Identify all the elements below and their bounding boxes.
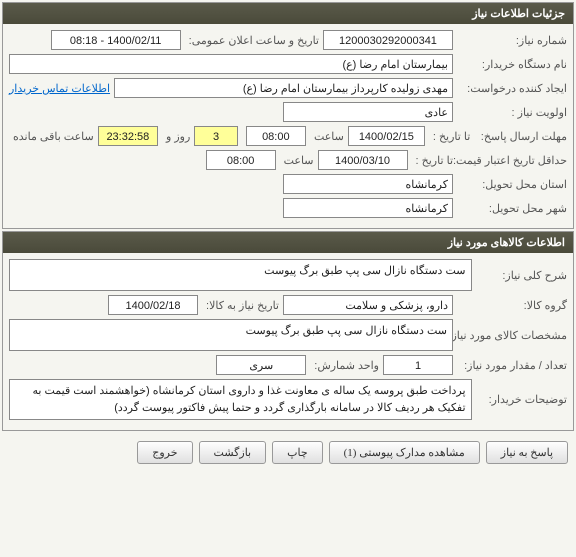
group-value: دارو، پزشکی و سلامت: [283, 295, 453, 315]
to-date-label: تا تاریخ :: [429, 130, 470, 143]
requester-label: ایجاد کننده درخواست:: [457, 82, 567, 95]
buyer-org-label: نام دستگاه خریدار:: [457, 58, 567, 71]
deadline-label: مهلت ارسال پاسخ:: [474, 130, 567, 143]
panel2-title: اطلاعات کالاهای مورد نیاز: [3, 232, 573, 253]
need-date-value: 1400/02/18: [108, 295, 198, 315]
province-value: کرمانشاه: [283, 174, 453, 194]
countdown-value: 23:32:58: [98, 126, 158, 146]
need-number-value: 1200030292000341: [323, 30, 453, 50]
group-label: گروه کالا:: [457, 299, 567, 312]
validity-to-date-label: تا تاریخ :: [412, 154, 453, 167]
spec-value: ست دستگاه نازال سی پپ طبق برگ پیوست: [9, 319, 453, 351]
days-label: روز و: [162, 130, 190, 143]
priority-value: عادی: [283, 102, 453, 122]
need-number-label: شماره نیاز:: [457, 34, 567, 47]
goods-info-panel: اطلاعات کالاهای مورد نیاز شرح کلی نیاز: …: [2, 231, 574, 431]
buyer-notes-value: پرداخت طبق پروسه یک ساله ی معاونت غذا و …: [9, 379, 472, 420]
priority-label: اولویت نیاز :: [457, 106, 567, 119]
deadline-time-value: 08:00: [246, 126, 306, 146]
province-label: استان محل تحویل:: [457, 178, 567, 191]
print-button[interactable]: چاپ: [272, 441, 323, 464]
panel1-title: جزئیات اطلاعات نیاز: [3, 3, 573, 24]
deadline-time-label: ساعت: [310, 130, 344, 143]
attachments-button[interactable]: مشاهده مدارک پیوستی (1): [329, 441, 480, 464]
validity-date-value: 1400/03/10: [318, 150, 408, 170]
remaining-label: ساعت باقی مانده: [9, 130, 94, 143]
requester-value: مهدی زولیده کارپرداز بیمارستان امام رضا …: [114, 78, 453, 98]
public-date-label: تاریخ و ساعت اعلان عمومی:: [185, 34, 319, 47]
city-value: کرمانشاه: [283, 198, 453, 218]
unit-value: سری: [216, 355, 306, 375]
back-button[interactable]: بازگشت: [199, 441, 267, 464]
unit-label: واحد شمارش:: [310, 359, 379, 372]
panel2-body: شرح کلی نیاز: ست دستگاه نازال سی پپ طبق …: [3, 253, 573, 430]
days-remaining-value: 3: [194, 126, 237, 146]
exit-button[interactable]: خروج: [137, 441, 192, 464]
qty-label: تعداد / مقدار مورد نیاز:: [457, 359, 567, 372]
validity-time-value: 08:00: [206, 150, 276, 170]
deadline-date-value: 1400/02/15: [348, 126, 425, 146]
public-date-value: 1400/02/11 - 08:18: [51, 30, 181, 50]
desc-value: ست دستگاه نازال سی پپ طبق برگ پیوست: [9, 259, 472, 291]
buyer-contact-link[interactable]: اطلاعات تماس خریدار: [9, 82, 110, 95]
reply-button[interactable]: پاسخ به نیاز: [486, 441, 568, 464]
validity-label: حداقل تاریخ اعتبار قیمت:: [457, 154, 567, 167]
validity-time-label: ساعت: [280, 154, 314, 167]
buyer-org-value: بیمارستان امام رضا (ع): [9, 54, 453, 74]
spec-label: مشخصات کالای مورد نیاز:: [457, 329, 567, 342]
button-bar: پاسخ به نیاز مشاهده مدارک پیوستی (1) چاپ…: [0, 433, 576, 472]
need-date-label: تاریخ نیاز به کالا:: [202, 299, 279, 312]
buyer-notes-label: توضیحات خریدار:: [476, 393, 567, 406]
city-label: شهر محل تحویل:: [457, 202, 567, 215]
panel1-body: شماره نیاز: 1200030292000341 تاریخ و ساع…: [3, 24, 573, 228]
need-details-panel: جزئیات اطلاعات نیاز شماره نیاز: 12000302…: [2, 2, 574, 229]
desc-label: شرح کلی نیاز:: [476, 269, 567, 282]
qty-value: 1: [383, 355, 453, 375]
